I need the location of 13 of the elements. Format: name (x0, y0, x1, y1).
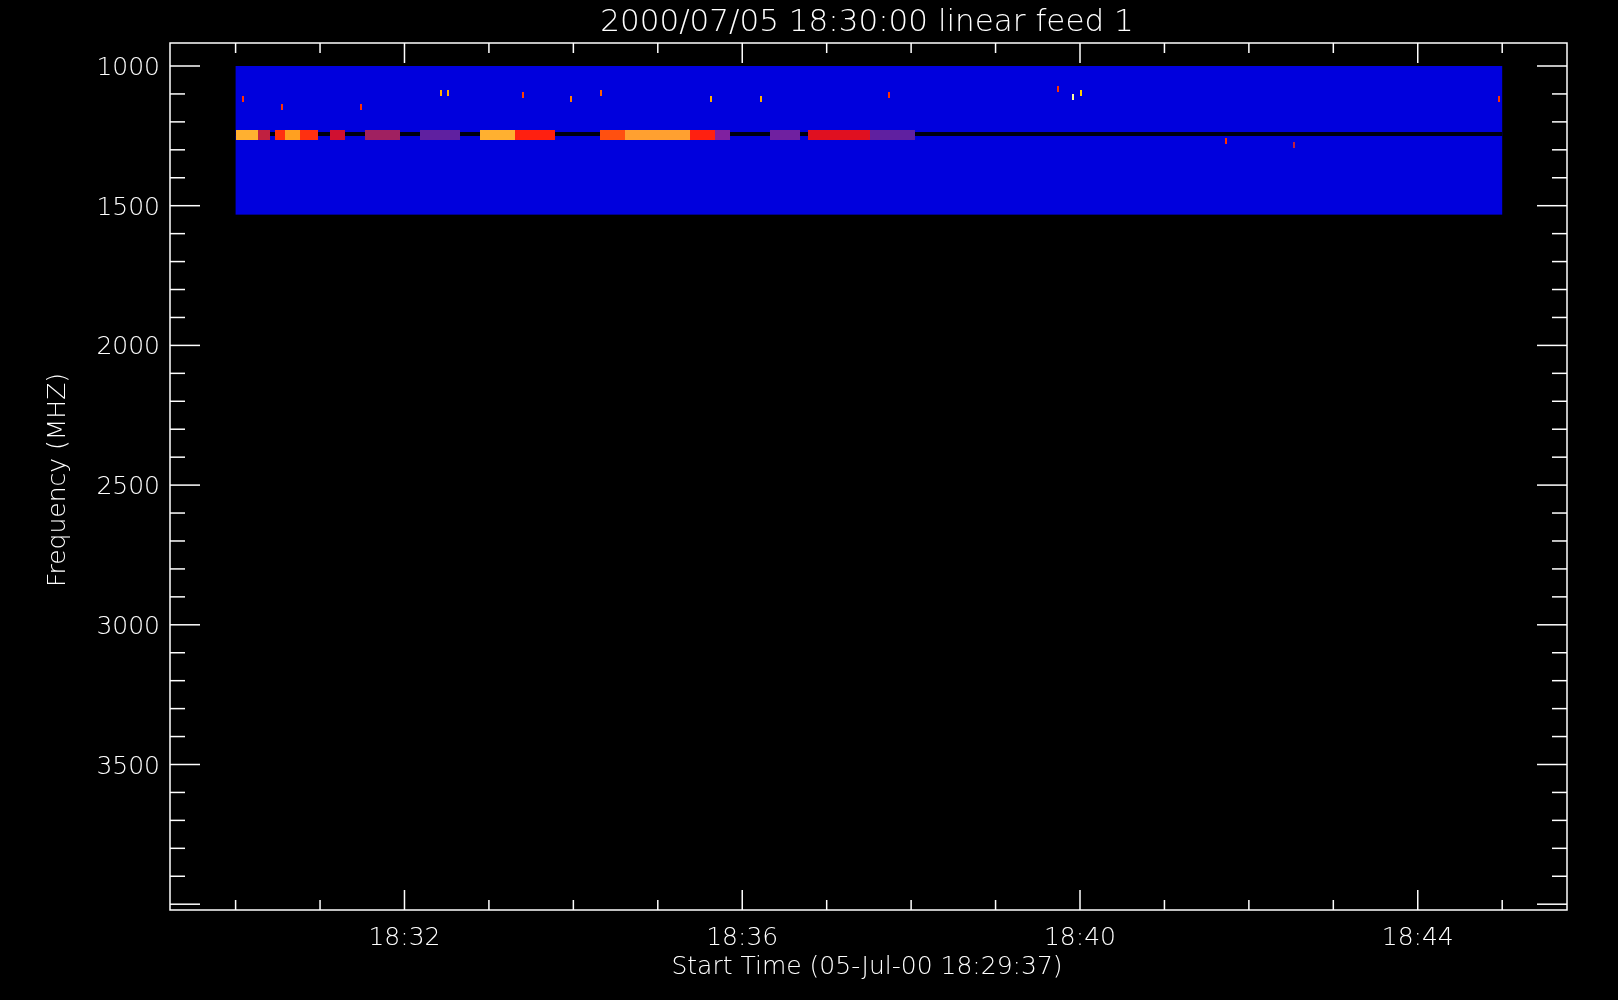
tick-label: 3000 (96, 610, 160, 640)
tick-label: 1500 (96, 191, 160, 221)
tick-label: 18:36 (706, 922, 779, 951)
tick-label: 18:44 (1381, 922, 1454, 951)
plot-title: 2000/07/05 18:30:00 linear feed 1 (600, 2, 1134, 38)
tick-label: 2000 (96, 331, 160, 361)
y-axis-label: Frequency (MHZ) (42, 372, 71, 588)
tick-label: 1000 (96, 52, 160, 81)
tick-label: 2500 (96, 471, 160, 501)
tick-label: 18:40 (1044, 922, 1116, 951)
x-axis-label: Start Time (05-Jul-00 18:29:37) (671, 951, 1063, 980)
tick-label: 3500 (96, 750, 160, 780)
tick-label: 18:32 (368, 922, 441, 951)
